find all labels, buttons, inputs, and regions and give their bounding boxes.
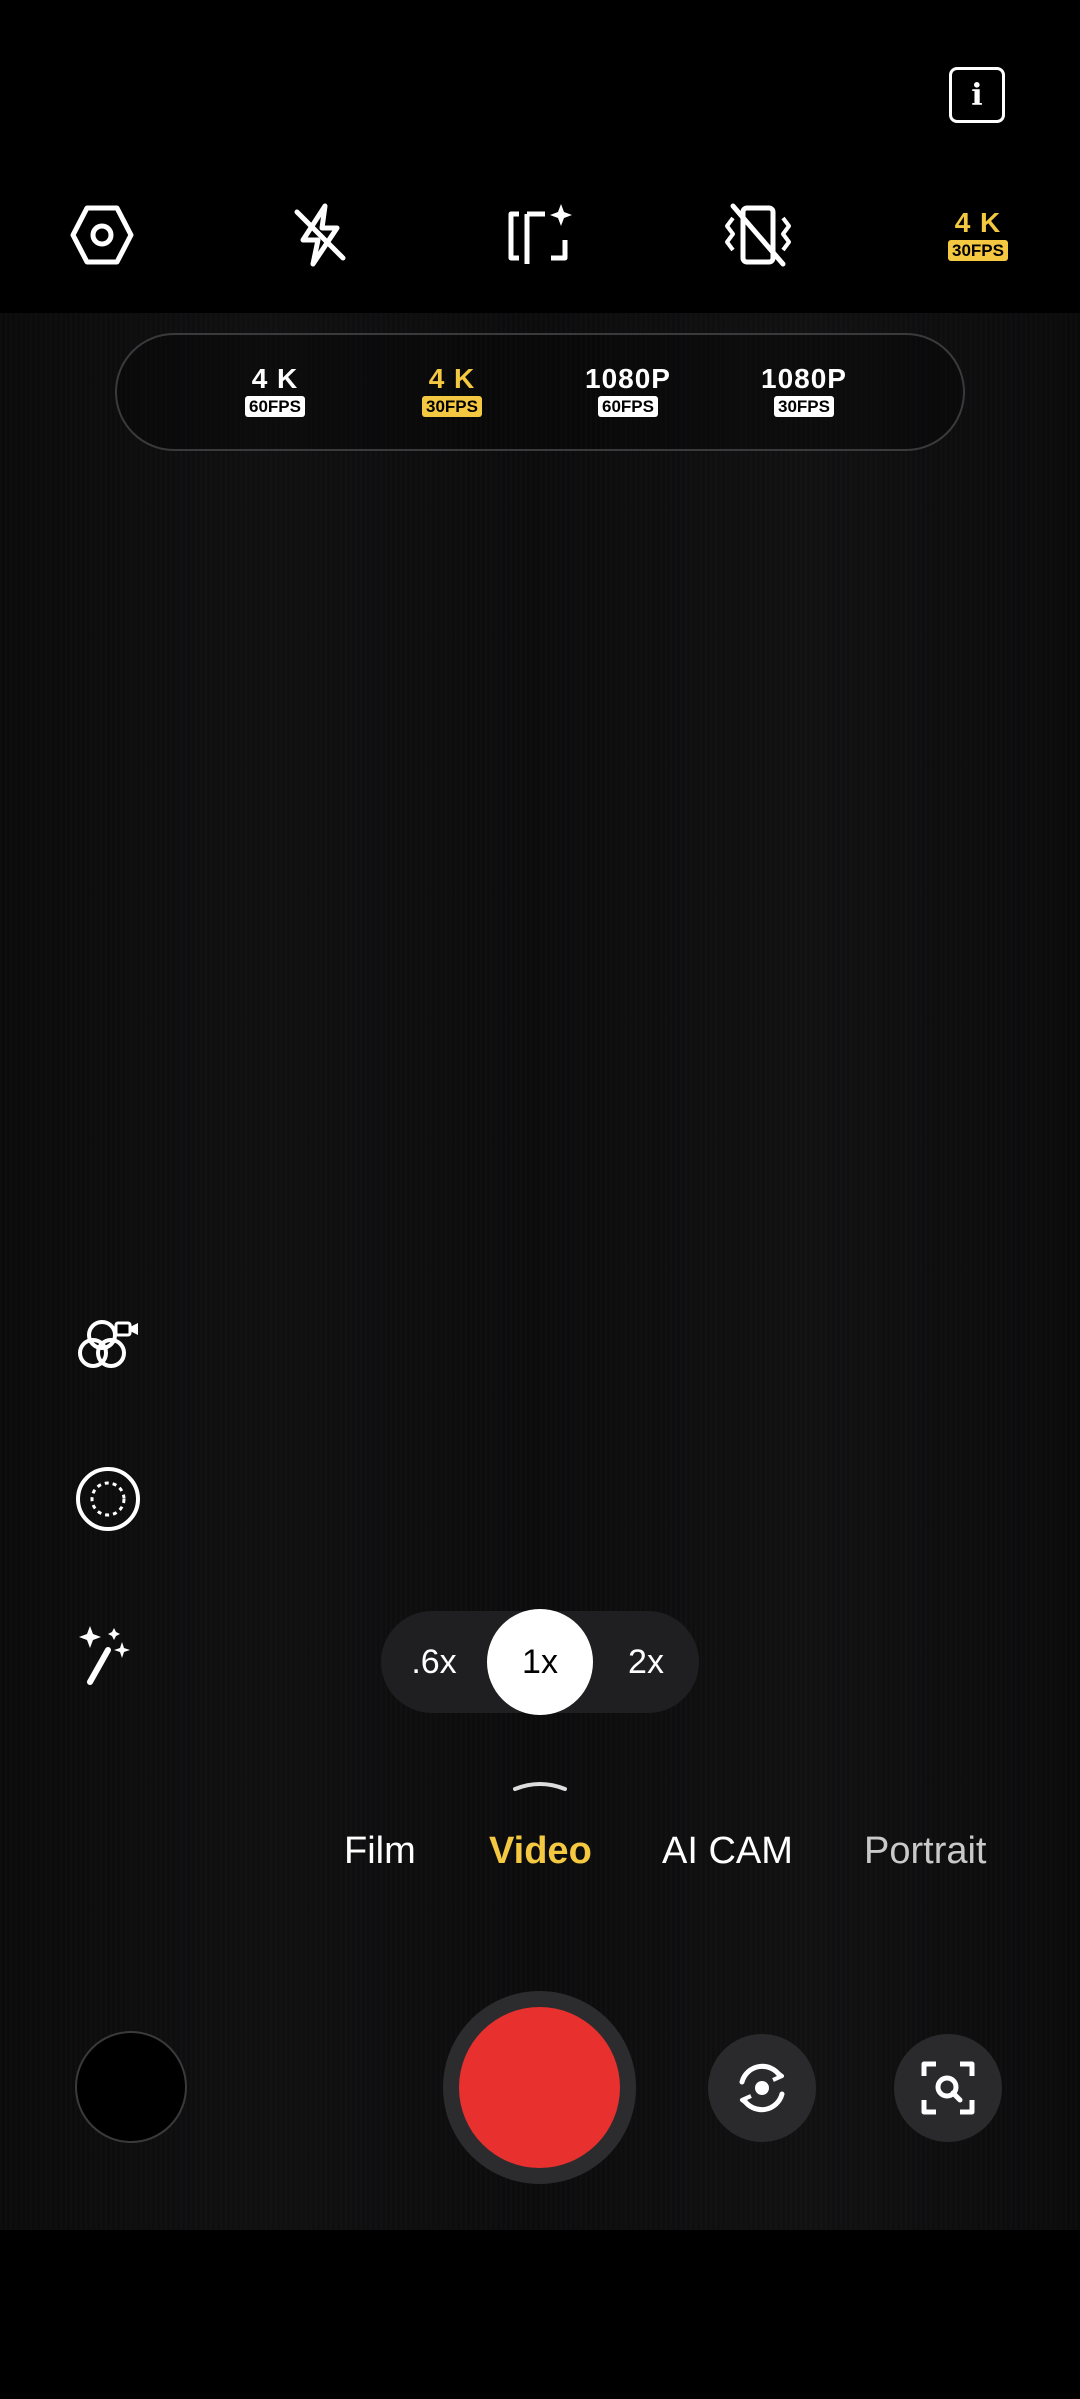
portrait-lens-button[interactable] <box>72 1463 144 1535</box>
mode-ai-cam[interactable]: AI CAM <box>662 1830 793 1873</box>
zoom-1x-button[interactable]: 1x <box>487 1609 593 1715</box>
resolution-option-1080p-30[interactable]: 1080P 30FPS <box>744 365 864 417</box>
zoom-selector: .6x 1x 2x <box>381 1609 699 1715</box>
switch-camera-icon <box>739 2063 785 2113</box>
filters-icon <box>78 1320 138 1368</box>
mode-video[interactable]: Video <box>489 1830 592 1873</box>
zoom-2x-button[interactable]: 2x <box>593 1611 699 1713</box>
ai-frame-icon <box>508 204 572 264</box>
ai-frame-button[interactable] <box>505 200 575 270</box>
switch-camera-button[interactable] <box>708 2034 816 2142</box>
camera-viewfinder[interactable] <box>0 313 1080 2230</box>
resolution-option-4k-60[interactable]: 4 K 60FPS <box>215 365 335 417</box>
resolution-option-4k-30[interactable]: 4 K 30FPS <box>392 365 512 417</box>
flash-off-icon <box>294 203 346 267</box>
mode-drawer-handle[interactable] <box>512 1778 568 1792</box>
settings-button[interactable] <box>67 200 137 270</box>
record-icon <box>459 2007 620 2168</box>
zoom-0-6x-button[interactable]: .6x <box>381 1611 487 1713</box>
filters-button[interactable] <box>72 1309 144 1381</box>
beauty-button[interactable] <box>72 1620 144 1692</box>
info-icon: i <box>971 77 983 113</box>
resolution-picker: 4 K 60FPS 4 K 30FPS 1080P 60FPS 1080P 30… <box>115 333 965 451</box>
stabilization-off-icon <box>725 203 791 267</box>
record-button[interactable] <box>443 1991 636 2184</box>
portrait-lens-icon <box>76 1467 140 1531</box>
flash-button[interactable] <box>285 200 355 270</box>
gallery-thumbnail[interactable] <box>75 2031 187 2143</box>
beauty-wand-icon <box>79 1626 130 1685</box>
mode-film[interactable]: Film <box>344 1830 416 1873</box>
settings-icon <box>70 205 134 265</box>
resolution-option-1080p-60[interactable]: 1080P 60FPS <box>568 365 688 417</box>
current-resolution-badge: 4 K 30FPS <box>948 209 1008 261</box>
info-button[interactable]: i <box>949 67 1005 123</box>
lens-scan-button[interactable] <box>894 2034 1002 2142</box>
mode-portrait[interactable]: Portrait <box>864 1830 986 1873</box>
lens-scan-icon <box>921 2061 975 2115</box>
resolution-toggle-button[interactable]: 4 K 30FPS <box>940 200 1016 270</box>
stabilization-button[interactable] <box>723 200 793 270</box>
